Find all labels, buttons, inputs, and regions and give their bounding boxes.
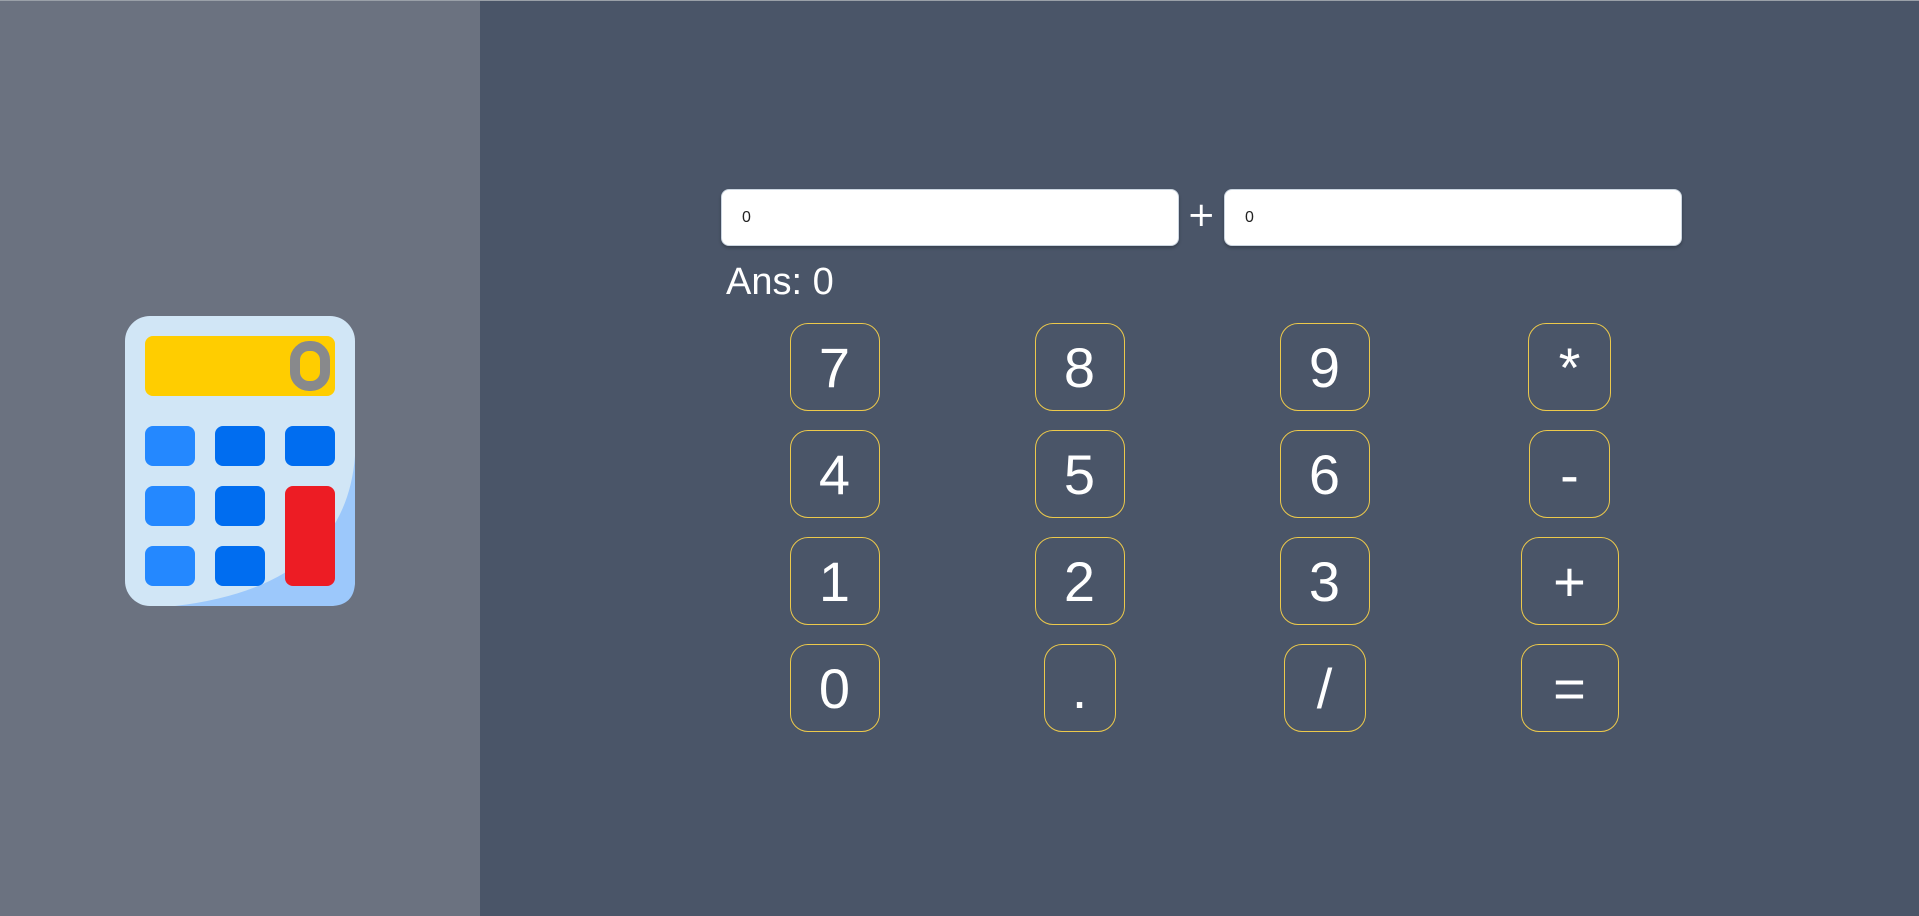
- calculator-main: + Ans: 0 7 8 9 * 4 5 6 - 1 2 3 + 0 . / =: [480, 1, 1919, 916]
- key-4[interactable]: 4: [789, 430, 880, 518]
- key-7[interactable]: 7: [789, 323, 880, 411]
- operator-label: +: [1187, 195, 1216, 235]
- key-add[interactable]: +: [1520, 537, 1619, 625]
- key-1[interactable]: 1: [789, 537, 880, 625]
- key-subtract[interactable]: -: [1529, 430, 1610, 518]
- answer-display: Ans: 0: [726, 261, 834, 303]
- operand1-input[interactable]: [721, 189, 1179, 246]
- key-divide[interactable]: /: [1283, 644, 1366, 732]
- keypad: 7 8 9 * 4 5 6 - 1 2 3 + 0 . / =: [712, 323, 1692, 732]
- key-2[interactable]: 2: [1034, 537, 1125, 625]
- operand2-input[interactable]: [1224, 189, 1682, 246]
- key-equals[interactable]: =: [1520, 644, 1619, 732]
- sidebar: [0, 1, 480, 916]
- key-9[interactable]: 9: [1279, 323, 1370, 411]
- key-8[interactable]: 8: [1034, 323, 1125, 411]
- key-decimal[interactable]: .: [1043, 644, 1116, 732]
- key-multiply[interactable]: *: [1528, 323, 1611, 411]
- calculator-logo-icon: [125, 316, 355, 606]
- key-6[interactable]: 6: [1279, 430, 1370, 518]
- key-3[interactable]: 3: [1279, 537, 1370, 625]
- key-0[interactable]: 0: [789, 644, 880, 732]
- key-5[interactable]: 5: [1034, 430, 1125, 518]
